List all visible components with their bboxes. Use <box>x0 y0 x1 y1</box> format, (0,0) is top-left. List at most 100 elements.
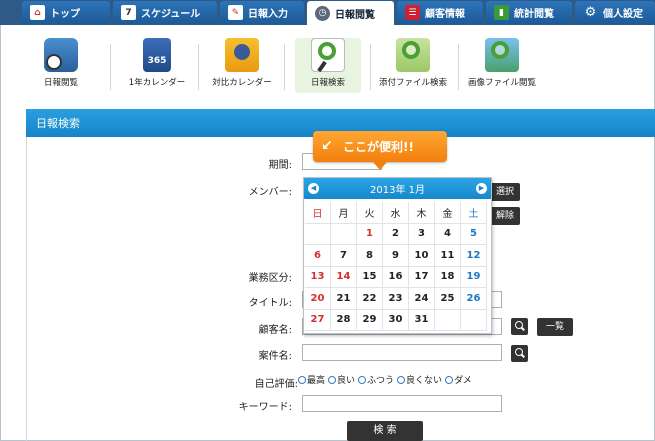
calendar-day[interactable]: 5 <box>461 223 487 245</box>
radio-icon <box>397 375 406 384</box>
calendar-day[interactable]: 6 <box>305 245 331 267</box>
tab-label: 個人設定 <box>603 9 643 20</box>
calendar-day[interactable]: 19 <box>461 266 487 288</box>
customer-search-icon[interactable] <box>511 318 528 335</box>
compare-calendar-icon <box>225 38 259 72</box>
rating-text: 最高 <box>307 376 326 386</box>
calendar-day[interactable]: 21 <box>331 288 357 310</box>
sub-toolbar: 日報閲覧 365 1年カレンダー 対比カレンダー 日報検索 添付ファイル検索 画… <box>0 28 655 100</box>
tab-label: 統計閲覧 <box>514 9 554 20</box>
attachment-search-icon <box>396 38 430 72</box>
customer-list-button[interactable]: 一覧 <box>537 318 573 336</box>
calendar-day[interactable]: 30 <box>383 309 409 331</box>
rating-option[interactable]: ふつう <box>358 373 394 386</box>
search-button[interactable]: 検 索 <box>347 421 423 441</box>
calendar-day[interactable]: 17 <box>409 266 435 288</box>
tool-label: 添付ファイル検索 <box>378 78 447 88</box>
calendar-day[interactable]: 28 <box>331 309 357 331</box>
calendar-day[interactable]: 4 <box>435 223 461 245</box>
tool-search-report[interactable]: 日報検索 <box>295 38 361 93</box>
calendar-day[interactable]: 1 <box>357 223 383 245</box>
member-clear-button[interactable]: 解除 <box>490 207 520 225</box>
calendar-day[interactable]: 12 <box>461 245 487 267</box>
member-select-button[interactable]: 選択 <box>490 183 520 201</box>
calendar-day[interactable]: 13 <box>305 266 331 288</box>
tab-customer[interactable]: ☰ 顧客情報 <box>397 1 483 24</box>
calendar-day[interactable]: 7 <box>331 245 357 267</box>
calendar-day[interactable]: 27 <box>305 309 331 331</box>
radio-icon <box>298 375 306 384</box>
project-search-icon[interactable] <box>511 345 528 362</box>
rating-label: 自己評価: <box>254 379 298 390</box>
tab-report-entry[interactable]: ✎ 日報入力 <box>220 1 304 24</box>
tab-settings[interactable]: ⚙ 個人設定 <box>575 1 655 24</box>
calendar-day[interactable]: 22 <box>357 288 383 310</box>
calendar-empty-cell <box>461 309 487 331</box>
title-label: タイトル: <box>248 298 292 309</box>
calendar-empty-cell <box>305 223 331 245</box>
date-picker: ◀ 2013年 1月 ▶ 日月火水木金土 1 2 3 4 5 6 7 8 9 10 11 12 13 14 1… <box>303 177 492 334</box>
calendar-day[interactable]: 23 <box>383 288 409 310</box>
calendar-day[interactable]: 10 <box>409 245 435 267</box>
stats-icon: ▮ <box>494 5 509 20</box>
calendar-day[interactable]: 8 <box>357 245 383 267</box>
weekday-header: 土 <box>461 202 487 224</box>
calendar-day[interactable]: 2 <box>383 223 409 245</box>
customer-label: 顧客名: <box>258 325 292 336</box>
toolbar-separator <box>284 44 285 90</box>
tool-compare-calendar[interactable]: 対比カレンダー <box>207 38 277 93</box>
calendar-day[interactable]: 16 <box>383 266 409 288</box>
tab-top[interactable]: ⌂ トップ <box>22 1 110 24</box>
rating-option[interactable]: 良くない <box>397 373 442 386</box>
calendar-day[interactable]: 25 <box>435 288 461 310</box>
calendar-day[interactable]: 15 <box>357 266 383 288</box>
rating-option[interactable]: ダメ <box>445 373 472 386</box>
customer-icon: ☰ <box>405 5 420 20</box>
calendar-day[interactable]: 20 <box>305 288 331 310</box>
rating-text: 良くない <box>406 376 443 386</box>
search-report-icon <box>311 38 345 73</box>
project-label: 案件名: <box>258 351 292 362</box>
tool-label: 1年カレンダー <box>128 78 186 88</box>
calendar-day[interactable]: 24 <box>409 288 435 310</box>
member-label: メンバー: <box>248 187 292 198</box>
project-input[interactable] <box>302 344 502 361</box>
calendar-day[interactable]: 26 <box>461 288 487 310</box>
weekday-header: 日 <box>305 202 331 224</box>
toolbar-separator <box>198 44 199 90</box>
tab-report-view[interactable]: ◷ 日報閲覧 <box>307 1 394 25</box>
prev-month-icon[interactable]: ◀ <box>308 183 319 194</box>
radio-icon <box>445 375 454 384</box>
weekday-header: 金 <box>435 202 461 224</box>
calendar-day[interactable]: 11 <box>435 245 461 267</box>
clock-icon: ◷ <box>315 5 330 21</box>
rating-option[interactable]: 良い <box>328 373 355 386</box>
tool-label: 対比カレンダー <box>212 78 272 88</box>
weekday-header: 火 <box>357 202 383 224</box>
calendar-header: ◀ 2013年 1月 ▶ <box>304 178 491 199</box>
calendar-day[interactable]: 9 <box>383 245 409 267</box>
period-label: 期間: <box>268 160 292 171</box>
rating-options: 最高 良い ふつう 良くない ダメ <box>298 373 472 386</box>
home-icon: ⌂ <box>30 5 45 20</box>
keyword-label: キーワード: <box>238 402 292 413</box>
tab-stats[interactable]: ▮ 統計閲覧 <box>486 1 572 24</box>
rating-text: 良い <box>337 376 356 386</box>
calendar-day[interactable]: 18 <box>435 266 461 288</box>
tool-attachment-search[interactable]: 添付ファイル検索 <box>372 38 454 93</box>
next-month-icon[interactable]: ▶ <box>476 183 487 194</box>
rating-option[interactable]: 最高 <box>298 373 325 386</box>
keyword-input[interactable] <box>302 395 502 412</box>
tool-image-view[interactable]: 画像ファイル閲覧 <box>462 38 542 93</box>
calendar-day[interactable]: 14 <box>331 266 357 288</box>
calendar-day[interactable]: 3 <box>409 223 435 245</box>
calendar-day[interactable]: 29 <box>357 309 383 331</box>
tool-year-calendar[interactable]: 365 1年カレンダー <box>122 38 192 93</box>
tool-label: 日報検索 <box>310 78 345 88</box>
tab-label: トップ <box>50 9 80 20</box>
tab-schedule[interactable]: 7 スケジュール <box>113 1 217 24</box>
tool-report-view[interactable]: 日報閲覧 <box>26 38 96 93</box>
calendar-grid: 日月火水木金土 1 2 3 4 5 6 7 8 9 10 11 12 13 14 15 16 17 18 19 20 21… <box>305 202 487 331</box>
radio-icon <box>328 375 337 384</box>
calendar-day[interactable]: 31 <box>409 309 435 331</box>
